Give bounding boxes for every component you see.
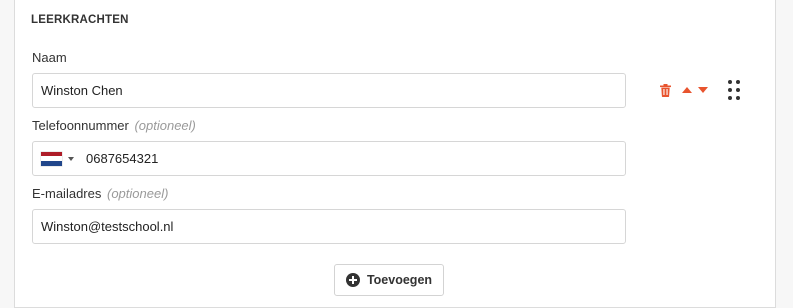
add-teacher-button[interactable]: Toevoegen <box>334 264 444 296</box>
email-optional-hint: (optioneel) <box>106 186 169 201</box>
country-code-select[interactable] <box>41 142 74 175</box>
move-down-button[interactable] <box>698 82 708 98</box>
name-value: Winston Chen <box>41 83 123 98</box>
drag-dot <box>736 96 740 100</box>
email-label-text: E-mailadres <box>32 186 102 201</box>
phone-label: Telefoonnummer (optioneel) <box>32 118 196 133</box>
add-button-label: Toevoegen <box>366 273 433 287</box>
email-value: Winston@testschool.nl <box>41 219 174 234</box>
phone-optional-hint: (optioneel) <box>134 118 196 133</box>
chevron-down-icon <box>68 156 74 161</box>
section-title: LEERKRACHTEN <box>31 14 129 26</box>
name-label-text: Naam <box>32 50 67 65</box>
name-label: Naam <box>32 50 67 65</box>
plus-circle-icon <box>345 273 360 287</box>
name-input[interactable]: Winston Chen <box>32 73 626 108</box>
row-actions <box>658 82 708 98</box>
drag-dot <box>728 80 732 84</box>
drag-dot <box>736 88 740 92</box>
drag-dot <box>728 96 732 100</box>
phone-label-text: Telefoonnummer <box>32 118 129 133</box>
trash-icon[interactable] <box>658 82 672 98</box>
email-input[interactable]: Winston@testschool.nl <box>32 209 626 244</box>
arrow-up-icon <box>682 87 692 93</box>
phone-value: 0687654321 <box>86 151 159 166</box>
arrow-down-icon <box>698 87 708 93</box>
netherlands-flag-icon <box>41 151 62 166</box>
drag-handle-icon[interactable] <box>728 80 740 100</box>
drag-dot <box>736 80 740 84</box>
move-up-button[interactable] <box>682 82 692 98</box>
phone-field[interactable]: 0687654321 <box>32 141 626 176</box>
drag-dot <box>728 88 732 92</box>
flag-blue-stripe <box>41 160 62 166</box>
email-label: E-mailadres (optioneel) <box>32 186 168 201</box>
